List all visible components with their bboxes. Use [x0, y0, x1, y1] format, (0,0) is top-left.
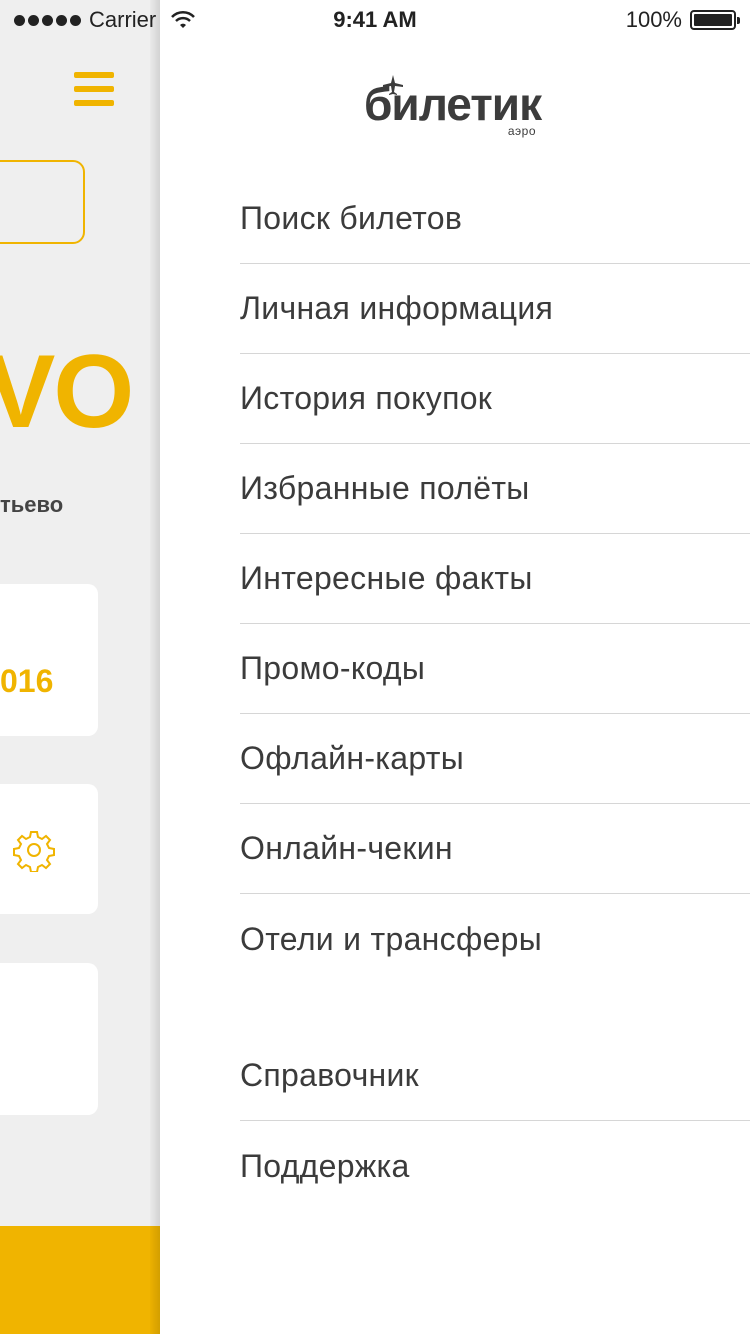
menu-item-offline-maps[interactable]: Офлайн-карты — [240, 714, 750, 804]
menu-item-support[interactable]: Поддержка — [240, 1121, 750, 1211]
side-drawer: билетик аэро Поиск билетов Личная информ… — [160, 0, 750, 1334]
date-value: 016 — [0, 663, 54, 699]
search-field-fragment[interactable] — [0, 160, 85, 244]
status-bar: Carrier 9:41 AM 100% — [0, 0, 750, 40]
logo-subtitle: аэро — [507, 124, 536, 138]
battery-percent: 100% — [625, 7, 682, 32]
menu-item-personal-info[interactable]: Личная информация — [240, 264, 750, 354]
menu-item-promo-codes[interactable]: Промо-коды — [240, 624, 750, 714]
battery-icon — [690, 10, 740, 30]
status-right: 100% — [625, 7, 740, 33]
menu-item-interesting-facts[interactable]: Интересные факты — [240, 534, 750, 624]
menu-item-ticket-search[interactable]: Поиск билетов — [240, 174, 750, 264]
menu-spacer — [240, 984, 750, 1031]
gear-icon[interactable] — [12, 828, 56, 872]
app-logo: билетик аэро — [364, 75, 544, 140]
background-screen: VO тьево 016 — [0, 0, 160, 1334]
menu-item-hotels-transfers[interactable]: Отели и трансферы — [240, 894, 750, 984]
airport-city: тьево — [0, 492, 64, 517]
info-card[interactable] — [0, 963, 98, 1115]
airport-code: VO — [0, 334, 134, 450]
hamburger-icon[interactable] — [74, 72, 114, 106]
drawer-menu: Поиск билетов Личная информация История … — [240, 174, 750, 1211]
menu-item-online-checkin[interactable]: Онлайн-чекин — [240, 804, 750, 894]
logo-title: билетик — [364, 78, 542, 130]
bottom-action-bar[interactable] — [0, 1226, 160, 1334]
menu-item-reference[interactable]: Справочник — [240, 1031, 750, 1121]
date-card[interactable] — [0, 584, 98, 736]
menu-item-purchase-history[interactable]: История покупок — [240, 354, 750, 444]
menu-item-favorite-flights[interactable]: Избранные полёты — [240, 444, 750, 534]
